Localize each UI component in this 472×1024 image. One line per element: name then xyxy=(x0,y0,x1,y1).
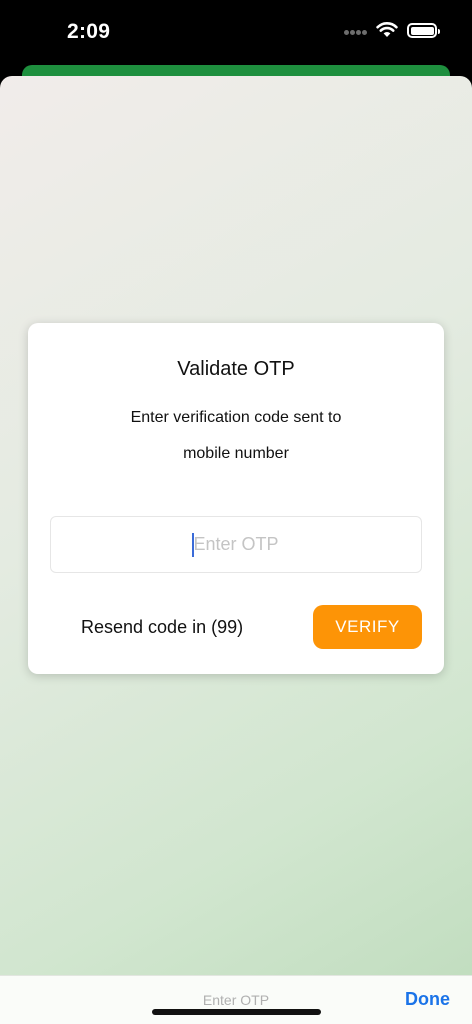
status-time: 2:09 xyxy=(67,20,111,43)
keyboard-toolbar: Enter OTP Done xyxy=(0,975,472,1024)
otp-input-placeholder: Enter OTP xyxy=(193,534,279,554)
home-indicator[interactable] xyxy=(152,1009,321,1015)
otp-dialog: Validate OTP Enter verification code sen… xyxy=(28,323,444,674)
resend-code-countdown: Resend code in (99) xyxy=(81,617,244,637)
keyboard-toolbar-placeholder: Enter OTP xyxy=(202,992,270,1008)
done-button[interactable]: Done xyxy=(405,989,450,1010)
dialog-message-line-2: mobile number xyxy=(183,445,289,462)
dialog-message-line-1: Enter verification code sent to xyxy=(130,409,342,426)
dialog-title: Validate OTP xyxy=(177,358,295,380)
verify-button[interactable]: VERIFY xyxy=(313,605,422,649)
otp-input[interactable]: Enter OTP xyxy=(50,516,422,573)
signal-dots-icon xyxy=(344,30,368,36)
wifi-icon xyxy=(376,22,398,37)
status-bar: 2:09 xyxy=(0,0,472,66)
battery-icon xyxy=(407,23,440,38)
